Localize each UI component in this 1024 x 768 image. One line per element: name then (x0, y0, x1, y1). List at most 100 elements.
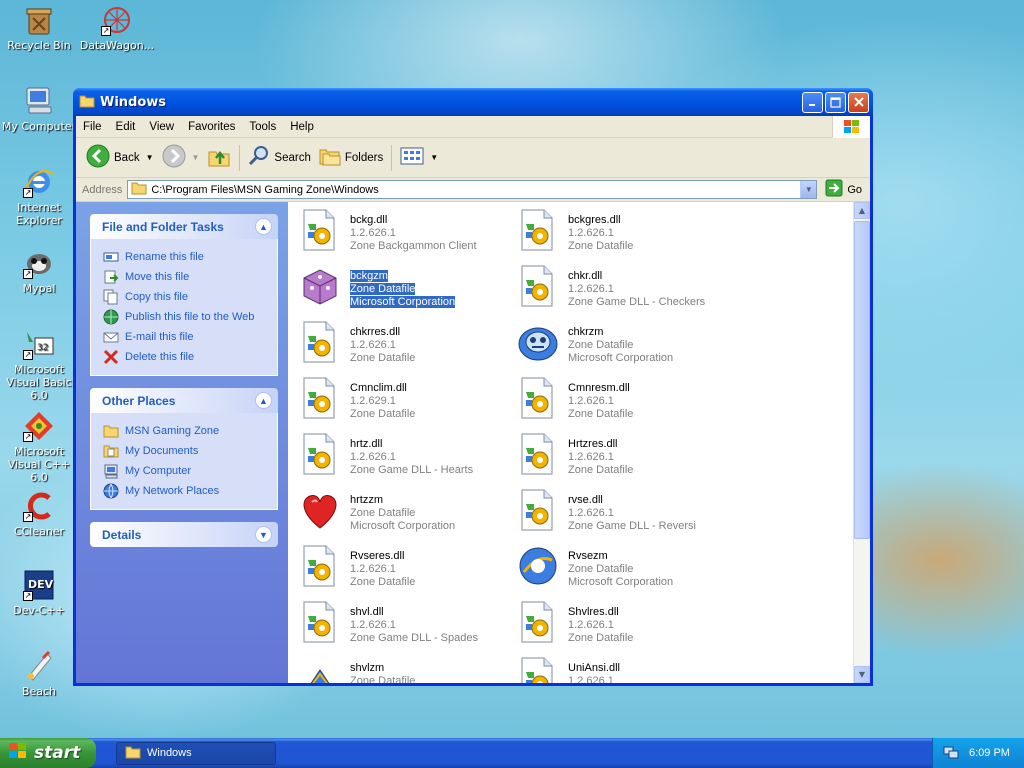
file-item[interactable]: chkrres.dll 1.2.626.1 Zone Datafile (298, 320, 508, 372)
desktop-icon-visual-basic[interactable]: 32 ↗ Microsoft Visual Basic 6.0 (0, 328, 78, 402)
my-computer-icon (103, 463, 119, 479)
file-item[interactable]: rvse.dll 1.2.626.1 Zone Game DLL - Reversi (516, 488, 726, 540)
address-field[interactable]: C:\Program Files\MSN Gaming Zone\Windows… (127, 180, 818, 199)
menu-favorites[interactable]: Favorites (181, 121, 242, 133)
task-label: Delete this file (125, 351, 195, 363)
file-item[interactable]: hrtzzm Zone Datafile Microsoft Corporation (298, 488, 508, 540)
network-tray-icon[interactable] (943, 744, 959, 763)
collapse-chevron-icon[interactable]: ▲ (255, 392, 272, 409)
dll-file-icon (298, 320, 346, 368)
file-item[interactable]: Cmnresm.dll 1.2.626.1 Zone Datafile (516, 376, 726, 428)
maximize-button[interactable] (825, 91, 846, 113)
desktop-icon-ccleaner[interactable]: ↗ CCleaner (0, 490, 78, 538)
shortcut-arrow-icon: ↗ (23, 269, 33, 279)
chevron-down-icon[interactable]: ▼ (800, 181, 817, 198)
desktop-icon-beach[interactable]: Beach (0, 650, 78, 698)
file-item[interactable]: UniAnsi.dll 1.2.626.1 (516, 656, 726, 683)
menu-help[interactable]: Help (283, 121, 321, 133)
vertical-scrollbar[interactable]: ▲ ▼ (853, 202, 870, 683)
place-msn-gaming-zone[interactable]: MSN Gaming Zone (103, 421, 277, 441)
task-move-file[interactable]: Move this file (103, 267, 277, 287)
other-places-header[interactable]: Other Places ▲ (90, 388, 278, 413)
file-item[interactable]: bckgres.dll 1.2.626.1 Zone Datafile (516, 208, 726, 260)
file-name: bckg.dll (350, 214, 388, 226)
file-description: Zone Game DLL - Reversi (568, 520, 696, 532)
dll-file-icon (516, 208, 564, 256)
desktop-icon-visual-cpp[interactable]: ↗ Microsoft Visual C++ 6.0 (0, 410, 78, 484)
chevron-down-icon[interactable]: ▼ (430, 153, 438, 162)
search-label: Search (274, 151, 311, 164)
go-button[interactable]: Go (825, 179, 862, 200)
file-name: UniAnsi.dll (568, 662, 620, 674)
shortcut-arrow-icon: ↗ (23, 512, 33, 522)
scroll-up-arrow-icon[interactable]: ▲ (854, 202, 870, 219)
task-label: Copy this file (125, 291, 188, 303)
forward-button[interactable]: ▼ (158, 144, 204, 171)
file-item[interactable]: Shvlres.dll 1.2.626.1 Zone Datafile (516, 600, 726, 652)
beach-image-icon (23, 650, 55, 682)
expand-chevron-icon[interactable]: ▼ (255, 526, 272, 543)
desktop-icon-label: Microsoft Visual Basic 6.0 (6, 363, 72, 402)
file-item[interactable]: Hrtzres.dll 1.2.626.1 Zone Datafile (516, 432, 726, 484)
file-meta: hrtz.dll 1.2.626.1 Zone Game DLL - Hearts (350, 432, 473, 477)
task-rename-file[interactable]: Rename this file (103, 247, 277, 267)
dll-file-icon (516, 376, 564, 424)
file-name: hrtz.dll (350, 438, 383, 450)
file-item[interactable]: Rvseres.dll 1.2.626.1 Zone Datafile (298, 544, 508, 596)
file-folder-tasks-header[interactable]: File and Folder Tasks ▲ (90, 214, 278, 239)
place-my-network-places[interactable]: My Network Places (103, 481, 277, 501)
file-detail: 1.2.626.1 (350, 451, 396, 463)
start-button[interactable]: start (0, 738, 96, 768)
scroll-down-arrow-icon[interactable]: ▼ (854, 666, 870, 683)
taskbar-item-windows[interactable]: Windows (116, 741, 276, 765)
desktop-icon-devcpp[interactable]: DEV ↗ Dev-C++ (0, 569, 78, 617)
views-button[interactable]: ▼ (396, 146, 442, 169)
up-folder-button[interactable] (203, 144, 235, 171)
place-label: My Network Places (125, 485, 220, 497)
file-item[interactable]: chkrzm Zone Datafile Microsoft Corporation (516, 320, 726, 372)
back-button[interactable]: Back ▼ (82, 144, 158, 171)
windows-flag-icon (8, 742, 28, 765)
scroll-thumb[interactable] (854, 221, 870, 539)
explorer-window: Windows File Edit View Favorites Tools H… (73, 88, 873, 686)
menu-edit[interactable]: Edit (109, 121, 143, 133)
close-button[interactable] (848, 91, 869, 113)
clock[interactable]: 6:09 PM (969, 747, 1010, 759)
file-item[interactable]: shvlzm Zone Datafile (298, 656, 508, 683)
details-header[interactable]: Details ▼ (90, 522, 278, 547)
task-publish-web[interactable]: Publish this file to the Web (103, 307, 277, 327)
file-detail: 1.2.626.1 (350, 339, 396, 351)
search-button[interactable]: Search (244, 145, 314, 170)
chevron-down-icon[interactable]: ▼ (192, 153, 200, 162)
file-item[interactable]: chkr.dll 1.2.626.1 Zone Game DLL - Checker… (516, 264, 726, 316)
menu-file[interactable]: File (76, 121, 109, 133)
desktop-icon-internet-explorer[interactable]: ↗ Internet Explorer (0, 166, 78, 227)
desktop-icon-my-computer[interactable]: My Computer (0, 85, 78, 133)
desktop-icon-datawagon[interactable]: ↗ DataWagon... (78, 4, 156, 52)
task-copy-file[interactable]: Copy this file (103, 287, 277, 307)
file-item[interactable]: hrtz.dll 1.2.626.1 Zone Game DLL - Hearts (298, 432, 508, 484)
collapse-chevron-icon[interactable]: ▲ (255, 218, 272, 235)
desktop-icon-mypal[interactable]: ↗ Mypal (0, 247, 78, 295)
place-my-computer[interactable]: My Computer (103, 461, 277, 481)
file-item[interactable]: Rvsezm Zone Datafile Microsoft Corporation (516, 544, 726, 596)
place-my-documents[interactable]: My Documents (103, 441, 277, 461)
file-item[interactable]: bckgzm Zone Datafile Microsoft Corporation (298, 264, 508, 316)
file-description: Zone Datafile (350, 352, 416, 364)
file-description: Zone Datafile (568, 632, 634, 644)
folders-button[interactable]: Folders (315, 146, 387, 169)
file-item[interactable]: shvl.dll 1.2.626.1 Zone Game DLL - Spades (298, 600, 508, 652)
minimize-button[interactable] (802, 91, 823, 113)
desktop-icon-recycle-bin[interactable]: Recycle Bin (0, 4, 78, 52)
menu-view[interactable]: View (142, 121, 181, 133)
chevron-down-icon[interactable]: ▼ (146, 153, 154, 162)
title-bar[interactable]: Windows (73, 88, 873, 116)
task-email-file[interactable]: E-mail this file (103, 327, 277, 347)
menu-tools[interactable]: Tools (242, 121, 283, 133)
file-item[interactable]: bckg.dll 1.2.626.1 Zone Backgammon Client (298, 208, 508, 260)
file-item[interactable]: Cmnclim.dll 1.2.629.1 Zone Datafile (298, 376, 508, 428)
file-name: Cmnclim.dll (350, 382, 407, 394)
task-delete-file[interactable]: Delete this file (103, 347, 277, 367)
place-label: My Documents (125, 445, 199, 457)
file-meta: Hrtzres.dll 1.2.626.1 Zone Datafile (568, 432, 633, 477)
